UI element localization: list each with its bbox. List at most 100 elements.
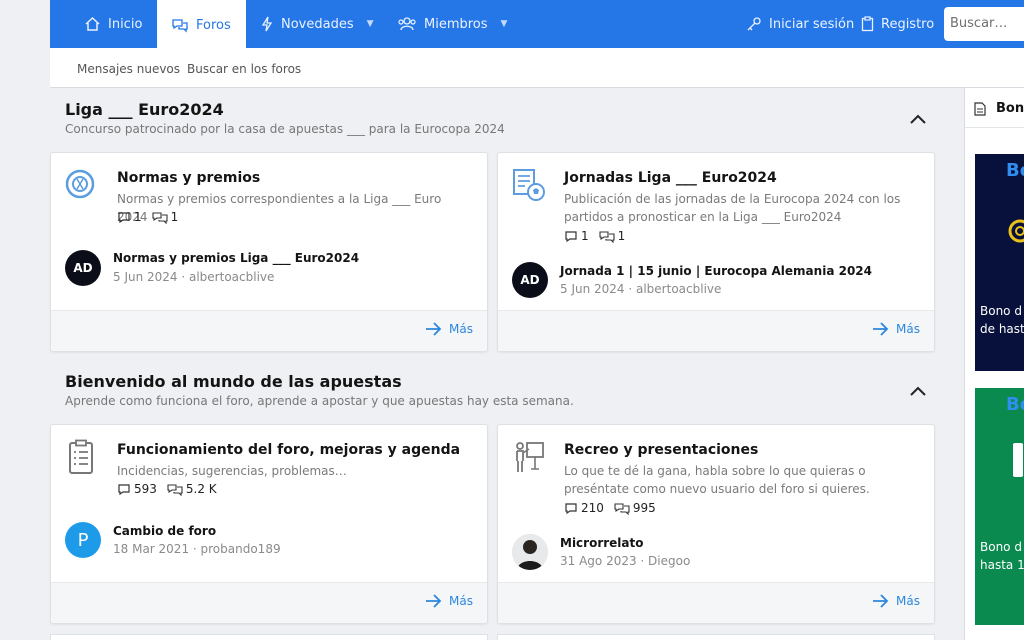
card-footer: Más (51, 582, 487, 623)
logo-icon (1008, 219, 1024, 243)
more-label: Más (449, 322, 473, 336)
card-footer: Más (51, 310, 487, 351)
top-navigation: Inicio Foros Novedades ▼ Miembros ▼ Inic… (50, 0, 1024, 48)
forum-title[interactable]: Funcionamiento del foro, mejoras y agend… (117, 442, 460, 458)
last-post-title[interactable]: Normas y premios Liga ___ Euro2024 (113, 251, 359, 265)
last-post-meta: 18 Mar 2021 · probando189 (113, 542, 281, 556)
register-link[interactable]: Registro (861, 0, 934, 48)
comments-icon (152, 211, 168, 224)
arrow-right-icon (873, 322, 889, 336)
nav-forums[interactable]: Foros (157, 0, 246, 48)
more-link[interactable]: Más (425, 322, 473, 336)
section-description: Aprende como funciona el foro, aprende a… (65, 394, 574, 408)
nav-members-label: Miembros (424, 16, 488, 32)
new-posts-link[interactable]: Mensajes nuevos (77, 62, 180, 76)
threads-count: 1 (134, 210, 142, 224)
search-forums-link[interactable]: Buscar en los foros (187, 62, 301, 76)
comments-icon (599, 230, 615, 243)
threads-count: 1 (581, 229, 589, 243)
last-post-title[interactable]: Jornada 1 | 15 junio | Eurocopa Alemania… (560, 264, 872, 278)
nav-home-label: Inicio (108, 16, 143, 32)
chevron-down-icon[interactable]: ▼ (367, 19, 374, 29)
collapse-icon[interactable] (908, 384, 928, 398)
nav-news[interactable]: Novedades ▼ (260, 0, 374, 48)
threads-count: 210 (581, 501, 604, 515)
avatar-initials: P (77, 529, 89, 551)
card-footer: Más (498, 582, 934, 623)
arrow-right-icon (426, 322, 442, 336)
nav-forums-label: Foros (196, 17, 231, 33)
ad-title: Bo (1006, 394, 1024, 415)
avatar[interactable] (512, 534, 548, 570)
login-link[interactable]: Iniciar sesión (746, 0, 854, 48)
register-label: Registro (881, 16, 935, 32)
last-post-meta: 31 Ago 2023 · Diegoo (560, 554, 691, 568)
search-input[interactable]: Buscar… (944, 7, 1024, 41)
user-photo-icon (512, 534, 548, 570)
login-label: Iniciar sesión (769, 16, 855, 32)
collapse-icon[interactable] (908, 112, 928, 126)
document-icon (974, 102, 986, 116)
section-title: Liga ___ Euro2024 (65, 100, 224, 119)
ad-text: Bono d (980, 540, 1022, 554)
messages-count: 995 (632, 501, 656, 515)
football-doc-icon (513, 169, 545, 201)
messages-count: 1 (617, 229, 626, 243)
sidebar-header: Bonos (965, 88, 1024, 128)
chevron-down-icon[interactable]: ▼ (501, 19, 508, 29)
avatar[interactable]: AD (65, 250, 101, 286)
presenter-icon (516, 442, 544, 472)
more-label: Más (896, 594, 920, 608)
avatar-initials: AD (73, 261, 93, 275)
section-description: Concurso patrocinado por la casa de apue… (65, 122, 505, 136)
card-footer: Más (498, 310, 934, 351)
threads-count: 593 (134, 482, 157, 496)
more-link[interactable]: Más (872, 322, 920, 336)
forum-description: Lo que te dé la gana, habla sobre lo que… (564, 464, 870, 496)
medal-icon (65, 169, 95, 199)
forum-stats: 1 1 (564, 229, 625, 243)
forum-card[interactable]: Normas y premios Normas y premios corres… (50, 152, 488, 352)
comment-icon (118, 211, 130, 223)
comments-icon (614, 502, 630, 515)
clipboard-icon (69, 439, 93, 474)
avatar-initials: AD (520, 273, 540, 287)
chat-icon (172, 19, 188, 33)
more-label: Más (896, 322, 920, 336)
ad-banner[interactable]: Bo Bono d hasta 10 (975, 388, 1024, 625)
home-icon (85, 16, 100, 31)
forum-card-partial (50, 634, 488, 640)
ad-banner[interactable]: Bo Bono d de hasta (975, 154, 1024, 371)
key-icon (747, 17, 761, 31)
more-link[interactable]: Más (872, 594, 920, 608)
more-label: Más (449, 594, 473, 608)
forum-title[interactable]: Recreo y presentaciones (564, 442, 758, 458)
last-post-title[interactable]: Cambio de foro (113, 524, 216, 538)
avatar[interactable]: P (65, 522, 101, 558)
forum-title[interactable]: Normas y premios (117, 170, 260, 186)
comment-icon (565, 230, 577, 242)
members-icon (398, 17, 416, 31)
clipboard-small-icon (861, 16, 874, 32)
sidebar-title: Bonos (996, 101, 1024, 116)
forum-stats: 1 1 (117, 210, 178, 224)
avatar[interactable]: AD (512, 262, 548, 298)
forum-card[interactable]: Funcionamiento del foro, mejoras y agend… (50, 424, 488, 624)
comments-icon (167, 483, 183, 496)
forum-title[interactable]: Jornadas Liga ___ Euro2024 (564, 170, 777, 186)
forum-card[interactable]: Recreo y presentaciones Lo que te dé la … (497, 424, 935, 624)
last-post-title[interactable]: Microrrelato (560, 536, 644, 550)
nav-members[interactable]: Miembros ▼ (397, 0, 507, 48)
arrow-right-icon (873, 594, 889, 608)
last-post-meta: 5 Jun 2024 · albertoacblive (560, 282, 722, 296)
comment-icon (118, 483, 130, 495)
forum-card[interactable]: Jornadas Liga ___ Euro2024 Publicación d… (497, 152, 935, 352)
more-link[interactable]: Más (425, 594, 473, 608)
page-margin (0, 0, 50, 640)
nav-home[interactable]: Inicio (84, 0, 142, 48)
logo-icon (1013, 443, 1023, 477)
last-post-meta: 5 Jun 2024 · albertoacblive (113, 270, 275, 284)
ad-title: Bo (1006, 160, 1024, 181)
arrow-right-icon (426, 594, 442, 608)
forum-stats: 593 5.2 K (117, 482, 217, 496)
